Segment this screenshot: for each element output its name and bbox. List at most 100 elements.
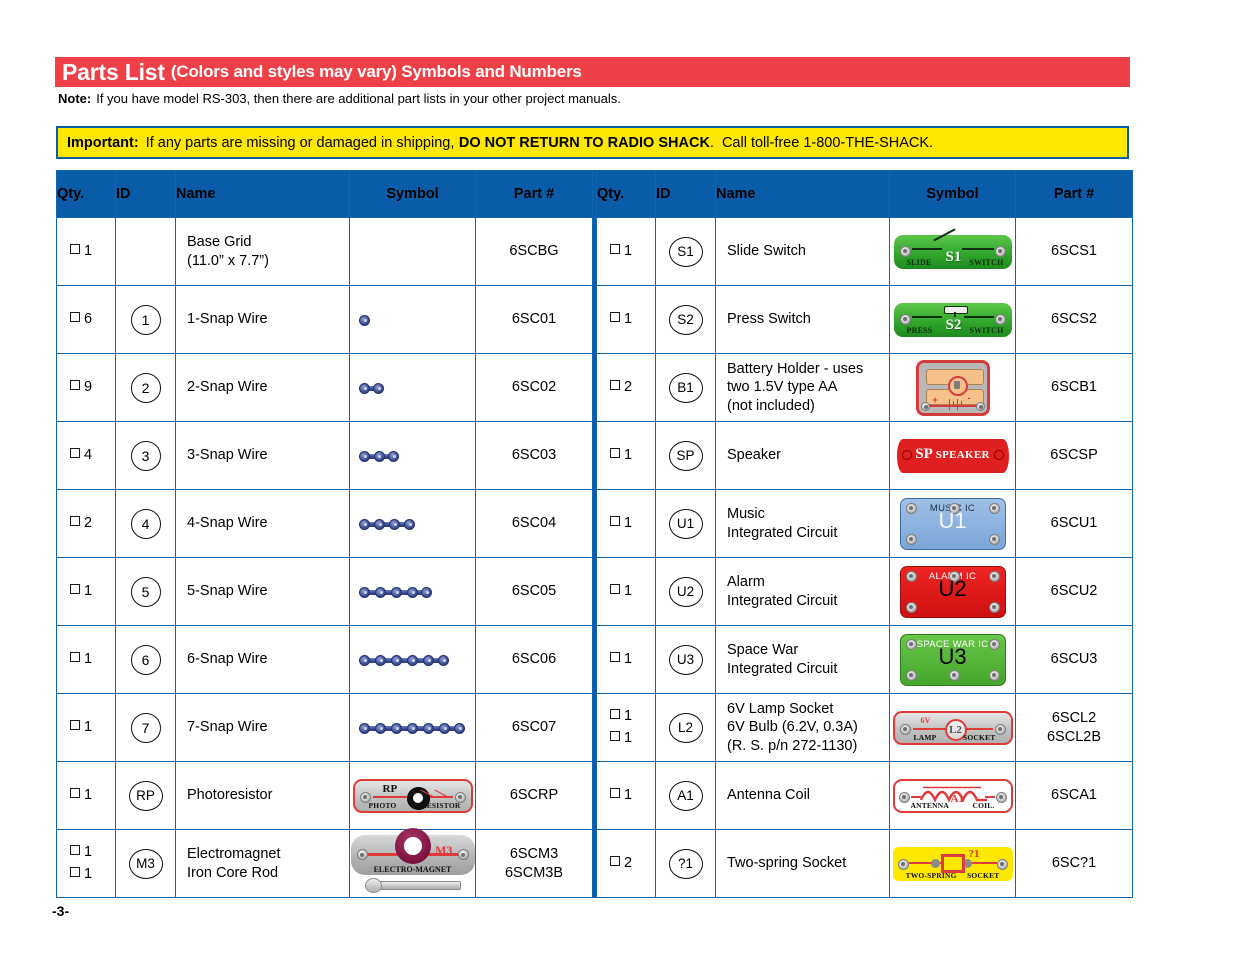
symbol-cell: RP PHOTO RESISTOR — [349, 761, 476, 830]
name-cell: Speaker — [715, 421, 890, 490]
id-cell: U1 — [655, 489, 716, 558]
checkbox-icon[interactable] — [70, 866, 80, 877]
id-badge: 3 — [130, 440, 161, 471]
qty-cell[interactable]: 1 — [596, 761, 656, 830]
battery-holder-icon: + - — [915, 359, 990, 416]
part-cell: 6SCSP — [1015, 421, 1133, 490]
snap-wire-1-icon — [358, 314, 371, 326]
checkbox-icon[interactable] — [610, 855, 620, 866]
part-number: 6SC02 — [511, 379, 557, 396]
part-cell: 6SCB1 — [1015, 353, 1133, 422]
checkbox-icon[interactable] — [610, 787, 620, 798]
slide-switch-left-label: SLIDE — [906, 257, 932, 267]
snap-wire-2-icon — [358, 382, 385, 394]
speaker-id: SP — [915, 445, 932, 462]
page-title-banner: Parts List (Colors and styles may vary) … — [55, 57, 1130, 87]
checkbox-icon[interactable] — [610, 583, 620, 594]
name-cell: Antenna Coil — [715, 761, 890, 830]
qty-cell[interactable]: 1 1 — [596, 693, 656, 762]
qty-cell[interactable]: 6 — [56, 285, 116, 354]
part-number: 6SC07 — [511, 719, 557, 736]
page-subtitle: (Colors and styles may vary) Symbols and… — [170, 62, 582, 81]
checkbox-icon[interactable] — [610, 730, 620, 741]
checkbox-icon[interactable] — [610, 515, 620, 526]
speaker-icon: SP SPEAKER — [896, 438, 1009, 473]
qty-value: 2 — [624, 378, 633, 395]
table-row: 2 4 4-Snap Wire 6SC04 1 U1 Music Integra… — [56, 489, 1133, 558]
qty-cell[interactable]: 1 — [596, 421, 656, 490]
qty-cell[interactable]: 1 — [596, 489, 656, 558]
qty-value: 1 — [624, 582, 633, 599]
id-badge: 7 — [130, 712, 161, 743]
qty-value: 1 — [84, 718, 93, 735]
id-cell: L2 — [655, 693, 716, 762]
qty-cell[interactable]: 1 — [56, 557, 116, 626]
qty-cell[interactable]: 2 — [56, 489, 116, 558]
qty-cell[interactable]: 9 — [56, 353, 116, 422]
checkbox-icon[interactable] — [610, 243, 620, 254]
qty-cell[interactable]: 1 — [596, 285, 656, 354]
checkbox-icon[interactable] — [70, 583, 80, 594]
lamp-voltage-label: 6V — [920, 715, 931, 725]
qty-cell[interactable]: 1 — [596, 557, 656, 626]
col-header-part-left: Part # — [475, 170, 593, 218]
checkbox-icon[interactable] — [70, 651, 80, 662]
name-cell: Two-spring Socket — [715, 829, 890, 898]
symbol-cell: M3 ELECTRO-MAGNET — [349, 828, 476, 898]
qty-cell[interactable]: 1 — [56, 217, 116, 286]
checkbox-icon[interactable] — [610, 447, 620, 458]
qty-cell[interactable]: 1 — [56, 761, 116, 830]
name-cell: 6V Lamp Socket 6V Bulb (6.2V, 0.3A) (R. … — [715, 693, 890, 762]
qty-cell[interactable]: 1 — [596, 217, 656, 286]
part-cell: 6SC07 — [475, 693, 593, 762]
checkbox-icon[interactable] — [610, 379, 620, 390]
part-cell: 6SC03 — [475, 421, 593, 490]
part-number: 6SCS1 — [1051, 243, 1097, 260]
name-line: (11.0” x 7.7”) — [187, 252, 269, 269]
qty-cell[interactable]: 1 — [56, 625, 116, 694]
checkbox-icon[interactable] — [70, 379, 80, 390]
note-text: If you have model RS-303, then there are… — [96, 91, 621, 106]
checkbox-icon[interactable] — [70, 447, 80, 458]
name-line: Two-spring Socket — [727, 855, 847, 872]
part-cell: 6SCS1 — [1015, 217, 1133, 286]
checkbox-icon[interactable] — [70, 787, 80, 798]
slide-switch-icon: S1 SLIDE SWITCH — [893, 227, 1012, 269]
two-spring-socket-icon: ?1 TWO-SPRING SOCKET — [892, 846, 1013, 881]
part-number: 6SCM3 — [509, 846, 559, 863]
qty-cell[interactable]: 4 — [56, 421, 116, 490]
qty-cell[interactable]: 1 — [56, 693, 116, 762]
qty-cell[interactable]: 2 — [596, 353, 656, 422]
checkbox-icon[interactable] — [610, 311, 620, 322]
name-line: 2-Snap Wire — [187, 379, 268, 396]
checkbox-icon[interactable] — [70, 311, 80, 322]
table-row: 1 6 6-Snap Wire 6SC06 1 U3 Space War Int… — [56, 625, 1133, 694]
name-line: two 1.5V type AA — [727, 379, 838, 396]
checkbox-icon[interactable] — [70, 243, 80, 254]
qty-cell[interactable]: 2 — [596, 829, 656, 898]
name-cell: Slide Switch — [715, 217, 890, 286]
checkbox-icon[interactable] — [610, 709, 620, 720]
id-cell — [115, 217, 176, 286]
part-cell: 6SCU2 — [1015, 557, 1133, 626]
qty-cell[interactable]: 1 1 — [56, 829, 116, 898]
id-cell: 2 — [115, 353, 176, 422]
important-warning: DO NOT RETURN TO RADIO SHACK — [458, 134, 710, 151]
qty-value: 2 — [84, 514, 93, 531]
qty-value: 1 — [84, 865, 93, 882]
qty-cell[interactable]: 1 — [596, 625, 656, 694]
id-cell: 6 — [115, 625, 176, 694]
name-cell: 7-Snap Wire — [175, 693, 350, 762]
checkbox-icon[interactable] — [610, 651, 620, 662]
name-line: Music — [727, 506, 765, 523]
checkbox-icon[interactable] — [70, 719, 80, 730]
page-number: -3- — [52, 903, 70, 919]
name-line: Speaker — [727, 447, 782, 464]
id-badge: M3 — [128, 848, 163, 879]
name-line: Electromagnet — [187, 846, 281, 863]
table-row: 4 3 3-Snap Wire 6SC03 1 SP Speaker SP SP… — [56, 421, 1133, 490]
checkbox-icon[interactable] — [70, 515, 80, 526]
two-spring-right-label: SOCKET — [967, 870, 1000, 880]
snap-wire-7-icon — [358, 722, 466, 734]
checkbox-icon[interactable] — [70, 845, 80, 856]
